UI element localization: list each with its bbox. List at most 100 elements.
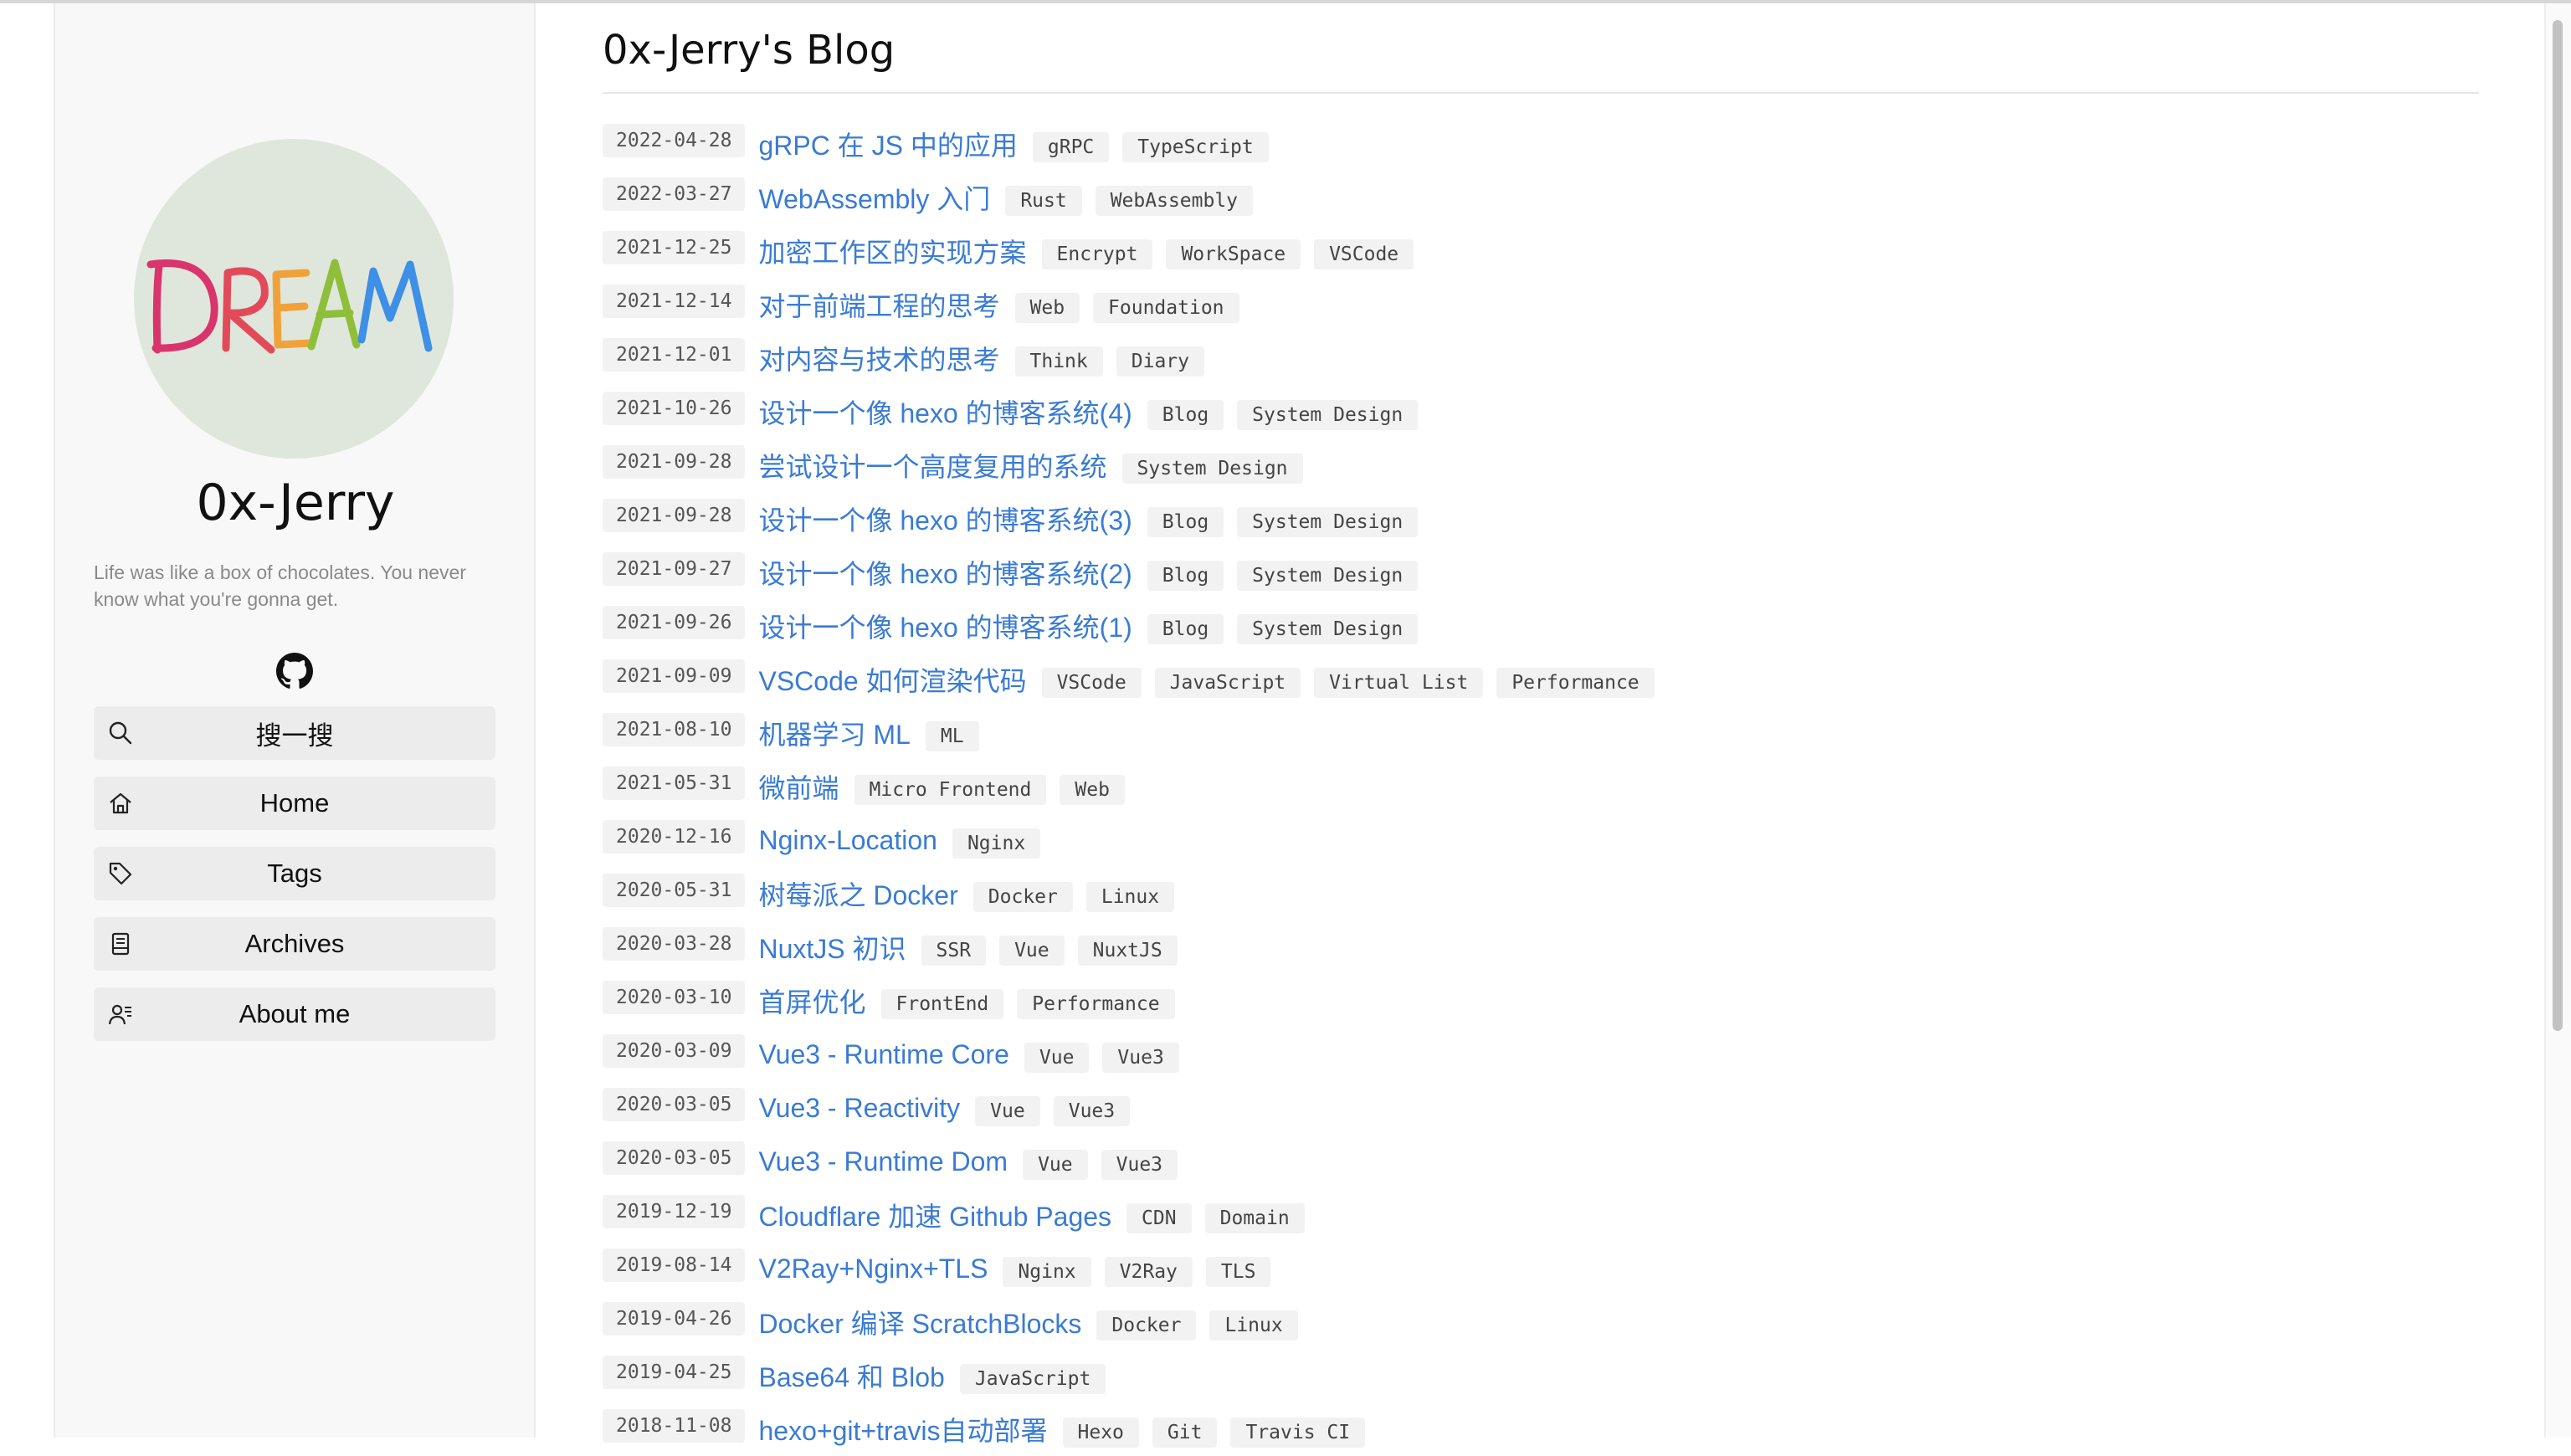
post-tag[interactable]: Virtual List bbox=[1314, 668, 1484, 698]
post-tag[interactable]: Vue3 bbox=[1053, 1096, 1131, 1126]
post-tag[interactable]: Performance bbox=[1017, 989, 1175, 1019]
post-tag[interactable]: VSCode bbox=[1314, 239, 1414, 269]
post-tag[interactable]: System Design bbox=[1121, 454, 1303, 484]
post-tag[interactable]: Web bbox=[1060, 775, 1125, 805]
post-tag[interactable]: Hexo bbox=[1062, 1418, 1139, 1448]
search-icon bbox=[107, 720, 134, 746]
post-tag[interactable]: System Design bbox=[1237, 400, 1419, 430]
post-tag[interactable]: ML bbox=[925, 721, 979, 751]
github-icon[interactable] bbox=[276, 653, 313, 690]
post-tag[interactable]: Blog bbox=[1147, 400, 1224, 430]
post-tag[interactable]: Performance bbox=[1496, 668, 1655, 698]
post-tag[interactable]: Vue bbox=[1024, 1043, 1090, 1073]
post-title-link[interactable]: Docker 编译 ScratchBlocks bbox=[758, 1303, 1081, 1341]
post-tag[interactable]: V2Ray bbox=[1104, 1257, 1193, 1287]
post-title-link[interactable]: 设计一个像 hexo 的博客系统(4) bbox=[758, 392, 1132, 431]
post-tag[interactable]: Foundation bbox=[1093, 293, 1239, 323]
post-title-link[interactable]: Vue3 - Runtime Dom bbox=[758, 1146, 1008, 1177]
post-title-link[interactable]: WebAssembly 入门 bbox=[758, 178, 990, 217]
post-title-link[interactable]: 机器学习 ML bbox=[758, 714, 910, 752]
post-tag[interactable]: Rust bbox=[1005, 186, 1082, 216]
post-title-link[interactable]: 首屏优化 bbox=[758, 982, 865, 1020]
post-title-link[interactable]: Vue3 - Reactivity bbox=[758, 1093, 960, 1124]
post-row: 2021-10-26 设计一个像 hexo 的博客系统(4) Blog System … bbox=[603, 385, 2479, 438]
post-tag[interactable]: Docker bbox=[972, 882, 1073, 912]
post-tag[interactable]: Encrypt bbox=[1041, 239, 1153, 269]
home-icon bbox=[107, 790, 134, 817]
post-tag[interactable]: Diary bbox=[1116, 346, 1204, 377]
post-tag[interactable]: System Design bbox=[1237, 507, 1419, 537]
post-tag[interactable]: FrontEnd bbox=[880, 989, 1004, 1019]
post-row: 2021-08-10 机器学习 ML ML bbox=[603, 706, 2479, 760]
post-title-link[interactable]: NuxtJS 初识 bbox=[758, 928, 906, 966]
avatar[interactable] bbox=[134, 139, 454, 459]
post-tag[interactable]: Nginx bbox=[952, 828, 1041, 859]
post-tag[interactable]: Micro Frontend bbox=[854, 775, 1047, 805]
post-tag[interactable]: SSR bbox=[921, 936, 987, 966]
post-tag[interactable]: Blog bbox=[1147, 614, 1224, 644]
post-title-link[interactable]: 微前端 bbox=[758, 767, 839, 806]
post-tag[interactable]: System Design bbox=[1237, 561, 1419, 591]
nav-item-search[interactable]: 搜一搜 bbox=[94, 706, 495, 760]
post-tag[interactable]: Web bbox=[1014, 293, 1080, 323]
post-tag[interactable]: WebAssembly bbox=[1095, 186, 1254, 216]
post-tag[interactable]: Vue3 bbox=[1102, 1043, 1179, 1073]
post-title-link[interactable]: 树莓派之 Docker bbox=[758, 874, 957, 913]
post-title-link[interactable]: 设计一个像 hexo 的博客系统(3) bbox=[758, 500, 1132, 538]
post-row: 2019-04-25 Base64 和 Blob JavaScript bbox=[603, 1349, 2479, 1402]
post-tag[interactable]: TypeScript bbox=[1122, 132, 1269, 162]
tag-icon bbox=[107, 860, 134, 887]
post-row: 2022-03-27 WebAssembly 入门 Rust WebAssembly bbox=[603, 171, 2479, 224]
post-tag[interactable]: NuxtJS bbox=[1077, 936, 1178, 966]
post-tag[interactable]: WorkSpace bbox=[1166, 239, 1301, 269]
post-title-link[interactable]: Vue3 - Runtime Core bbox=[758, 1039, 1008, 1070]
post-row: 2021-09-09 VSCode 如何渲染代码 VSCode JavaScript V… bbox=[603, 653, 2479, 706]
post-tag[interactable]: JavaScript bbox=[959, 1364, 1106, 1394]
nav-item-about[interactable]: About me bbox=[94, 987, 495, 1041]
post-tag[interactable]: Blog bbox=[1147, 507, 1224, 537]
post-title-link[interactable]: gRPC 在 JS 中的应用 bbox=[758, 125, 1017, 163]
post-title-link[interactable]: V2Ray+Nginx+TLS bbox=[758, 1253, 988, 1284]
post-title-link[interactable]: VSCode 如何渲染代码 bbox=[758, 660, 1026, 699]
post-tag[interactable]: TLS bbox=[1205, 1257, 1271, 1287]
post-tag[interactable]: CDN bbox=[1126, 1203, 1192, 1233]
post-date: 2020-03-09 bbox=[603, 1034, 746, 1068]
nav-item-label: Home bbox=[259, 788, 330, 818]
post-tag[interactable]: System Design bbox=[1237, 614, 1419, 644]
post-tag[interactable]: Nginx bbox=[1003, 1257, 1091, 1287]
post-tag[interactable]: Vue bbox=[999, 936, 1065, 966]
post-tag[interactable]: Git bbox=[1152, 1418, 1218, 1448]
nav-item-tags[interactable]: Tags bbox=[94, 847, 495, 900]
post-tag[interactable]: gRPC bbox=[1032, 132, 1110, 162]
post-title-link[interactable]: 对内容与技术的思考 bbox=[758, 339, 999, 377]
scrollbar-thumb[interactable] bbox=[2553, 20, 2563, 1031]
post-tag[interactable]: Domain bbox=[1204, 1203, 1305, 1233]
post-title-link[interactable]: 设计一个像 hexo 的博客系统(1) bbox=[758, 607, 1132, 645]
post-title-link[interactable]: 加密工作区的实现方案 bbox=[758, 232, 1026, 270]
post-date: 2019-04-26 bbox=[603, 1302, 746, 1336]
post-title-link[interactable]: 设计一个像 hexo 的博客系统(2) bbox=[758, 553, 1132, 592]
post-title-link[interactable]: 尝试设计一个高度复用的系统 bbox=[758, 446, 1106, 484]
post-title-link[interactable]: Base64 和 Blob bbox=[758, 1356, 944, 1395]
post-tag[interactable]: Vue3 bbox=[1101, 1150, 1178, 1180]
post-tag[interactable]: Linux bbox=[1209, 1310, 1298, 1341]
nav-item-label: About me bbox=[239, 999, 351, 1028]
post-tag[interactable]: Think bbox=[1014, 346, 1103, 377]
post-tag[interactable]: JavaScript bbox=[1154, 668, 1301, 698]
post-tag[interactable]: VSCode bbox=[1041, 668, 1142, 698]
nav-item-archives[interactable]: Archives bbox=[94, 917, 495, 971]
post-tag[interactable]: Travis CI bbox=[1230, 1418, 1366, 1448]
post-tag[interactable]: Vue bbox=[975, 1096, 1040, 1126]
post-tag[interactable]: Vue bbox=[1023, 1150, 1088, 1180]
post-title-link[interactable]: 对于前端工程的思考 bbox=[758, 285, 999, 324]
post-title-link[interactable]: hexo+git+travis自动部署 bbox=[758, 1410, 1047, 1448]
post-title-link[interactable]: Nginx-Location bbox=[758, 825, 937, 856]
left-gutter bbox=[0, 3, 54, 1438]
post-row: 2018-11-08 hexo+git+travis自动部署 Hexo Git Trav… bbox=[603, 1402, 2479, 1456]
nav-item-home[interactable]: Home bbox=[94, 777, 495, 830]
post-tag[interactable]: Blog bbox=[1147, 561, 1224, 591]
sidebar-nav: 搜一搜 Home Tags Archives About me bbox=[94, 706, 495, 1058]
post-title-link[interactable]: Cloudflare 加速 Github Pages bbox=[758, 1196, 1111, 1234]
post-tag[interactable]: Docker bbox=[1096, 1310, 1197, 1341]
post-tag[interactable]: Linux bbox=[1085, 882, 1175, 912]
